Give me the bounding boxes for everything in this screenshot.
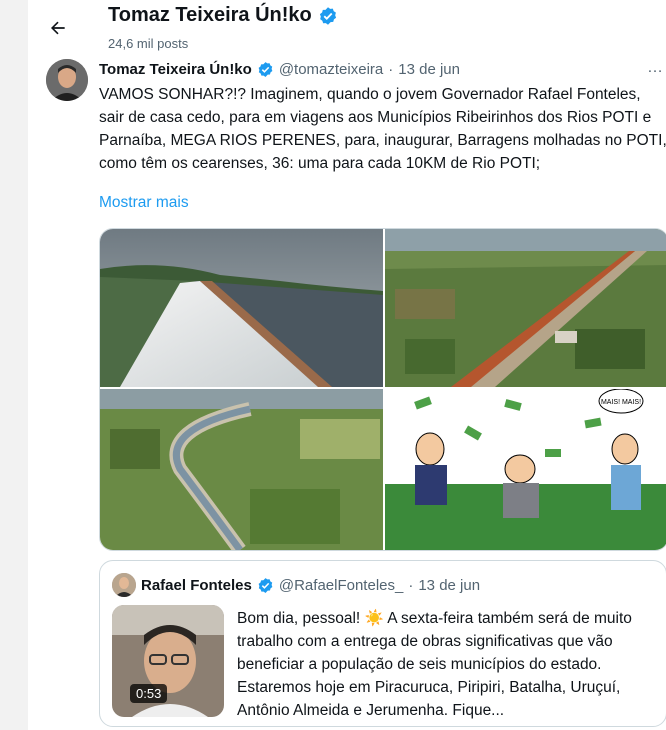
video-duration: 0:53 [130, 684, 168, 703]
media-image-winding-canal[interactable] [100, 389, 383, 550]
author-name[interactable]: Tomaz Teixeira Ún!ko [99, 61, 252, 78]
verified-badge-icon [258, 62, 273, 77]
meta-separator: · [388, 61, 394, 78]
author-handle[interactable]: @tomazteixeira [279, 61, 383, 78]
profile-page: Tomaz Teixeira Ún!ko 24,6 mil posts Toma… [28, 0, 666, 730]
quoted-post-meta: Rafael Fonteles @RafaelFonteles_ · 13 de… [112, 573, 480, 597]
cartoon-speech-bubble: MAIS! MAIS! [601, 399, 641, 406]
arrow-left-icon [51, 21, 65, 35]
author-photo [46, 59, 88, 101]
post[interactable]: Tomaz Teixeira Ún!ko @tomazteixeira · 13… [28, 55, 666, 730]
post-media-grid: MAIS! MAIS! [99, 228, 666, 551]
quoted-author-avatar[interactable] [112, 573, 136, 597]
post-text: VAMOS SONHAR?!? Imaginem, quando o jovem… [99, 86, 666, 172]
profile-header: Tomaz Teixeira Ún!ko 24,6 mil posts [28, 0, 666, 55]
media-image-canal-aerial[interactable] [385, 229, 666, 387]
quoted-post-text: Bom dia, pessoal! ☀️ A sexta-feira també… [237, 610, 632, 719]
verified-badge-icon [258, 577, 273, 593]
quoted-post[interactable]: Rafael Fonteles @RafaelFonteles_ · 13 de… [99, 560, 666, 727]
posts-count: 24,6 mil posts [108, 36, 189, 51]
media-image-spillway[interactable] [100, 229, 383, 387]
author-avatar[interactable] [46, 59, 88, 101]
quoted-video-thumbnail[interactable]: 0:53 [112, 605, 224, 717]
quoted-author-handle[interactable]: @RafaelFonteles_ [279, 577, 403, 594]
quoted-post-date[interactable]: 13 de jun [418, 577, 480, 594]
media-image-cartoon[interactable]: MAIS! MAIS! [385, 389, 666, 550]
verified-badge-icon [319, 6, 336, 25]
profile-title: Tomaz Teixeira Ún!ko [108, 4, 338, 27]
show-more-link[interactable]: Mostrar mais [99, 194, 189, 212]
post-date[interactable]: 13 de jun [398, 61, 460, 78]
meta-separator: · [408, 576, 414, 594]
quoted-author-photo [112, 573, 136, 597]
video-frame [112, 605, 224, 717]
post-meta: Tomaz Teixeira Ún!ko @tomazteixeira · 13… [99, 61, 460, 78]
more-options-icon[interactable]: … [647, 59, 664, 77]
quoted-author-name[interactable]: Rafael Fonteles [141, 577, 252, 594]
profile-name: Tomaz Teixeira Ún!ko [108, 4, 312, 26]
back-button[interactable] [44, 14, 72, 42]
